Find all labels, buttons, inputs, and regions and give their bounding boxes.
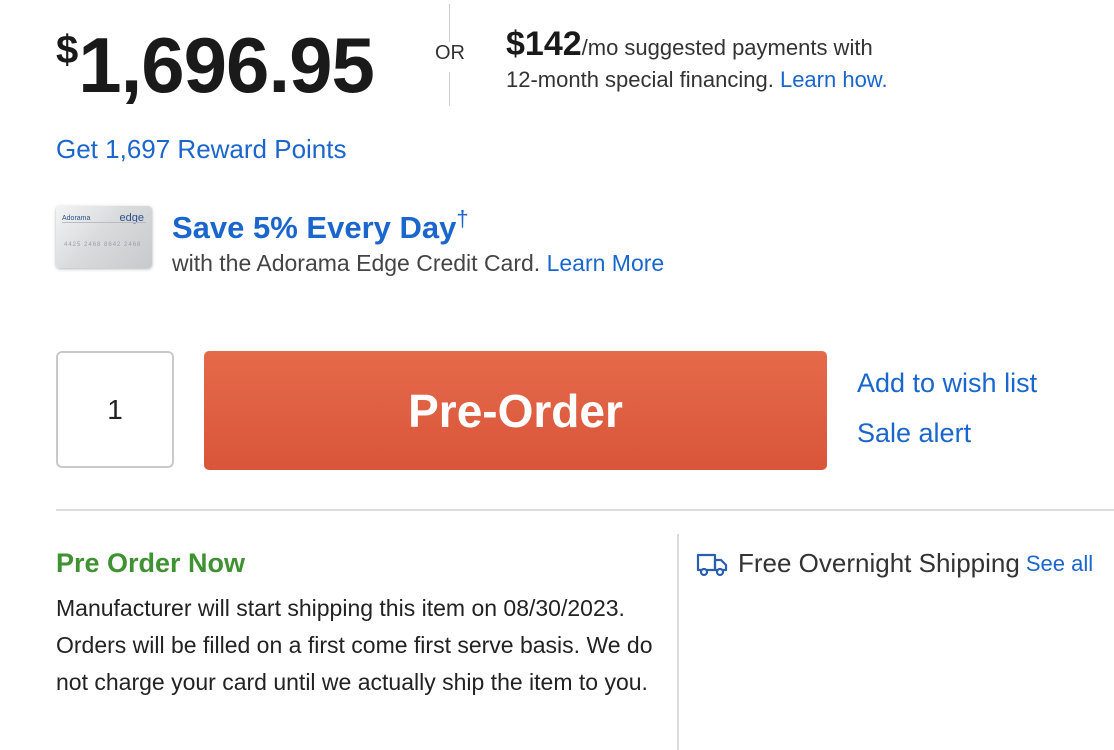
financing-text: 12-month special financing. — [506, 67, 774, 92]
price-currency: $ — [56, 28, 79, 72]
divider-line — [449, 4, 450, 42]
card-subtitle: with the Adorama Edge Credit Card. Learn… — [172, 250, 664, 277]
save-title-text[interactable]: Save 5% Every Day — [172, 210, 456, 245]
column-divider — [677, 534, 679, 750]
truck-icon — [696, 550, 728, 578]
reward-points-link[interactable]: Get 1,697 Reward Points — [56, 134, 347, 165]
financing-text: /mo suggested payments with — [581, 35, 873, 60]
card-brand-text: Adorama — [62, 215, 91, 222]
monthly-payment: $142 — [506, 25, 582, 63]
price-amount: 1,696.95 — [78, 21, 375, 109]
save-title[interactable]: Save 5% Every Day† — [172, 206, 469, 246]
financing-info: $142/mo suggested payments with 12-month… — [506, 25, 1114, 96]
or-divider: OR — [428, 4, 472, 120]
section-divider — [56, 509, 1114, 511]
shipping-label: Free Overnight Shipping — [738, 548, 1020, 578]
shipping-info: Free Overnight Shipping See all — [696, 548, 1093, 579]
credit-card-image: Adorama edge 4425 2468 8642 2468 — [56, 206, 152, 268]
price-row: $ 1,696.95 OR $142/mo suggested payments… — [56, 4, 1114, 128]
dagger-mark: † — [456, 206, 469, 231]
divider-line — [449, 72, 450, 106]
pre-order-description: Manufacturer will start shipping this it… — [56, 595, 653, 695]
or-label: OR — [435, 42, 465, 64]
card-number: 4425 2468 8642 2468 — [64, 242, 142, 248]
learn-more-link[interactable]: Learn More — [547, 250, 665, 276]
price: $ 1,696.95 — [56, 18, 375, 109]
see-all-link[interactable]: See all — [1026, 551, 1093, 577]
sale-alert-link[interactable]: Sale alert — [857, 418, 971, 449]
pre-order-title: Pre Order Now — [56, 548, 246, 578]
pre-order-button[interactable]: Pre-Order — [204, 351, 827, 470]
quantity-input[interactable]: 1 — [56, 351, 174, 468]
card-stripe — [62, 222, 146, 223]
learn-how-link[interactable]: Learn how. — [780, 67, 888, 92]
card-subtitle-text: with the Adorama Edge Credit Card. — [172, 250, 541, 276]
add-to-wish-list-link[interactable]: Add to wish list — [857, 368, 1037, 399]
